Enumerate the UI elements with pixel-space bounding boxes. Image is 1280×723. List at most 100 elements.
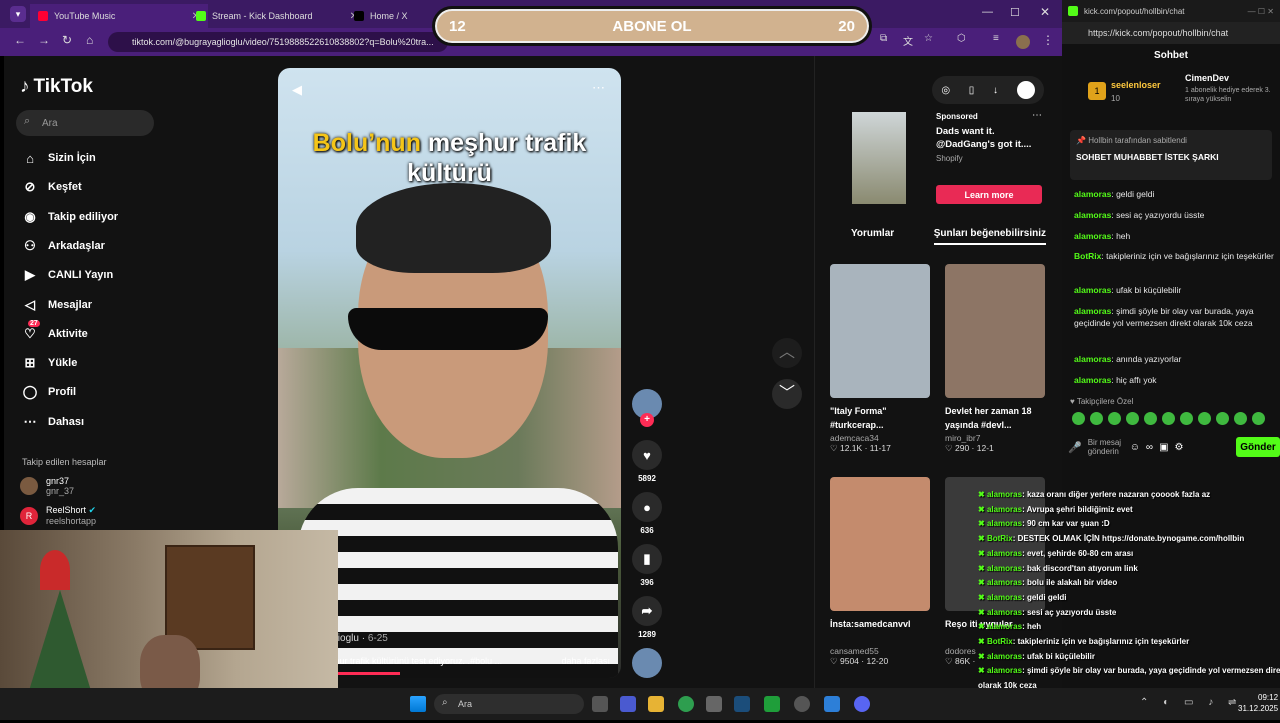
following-account-gnr37[interactable]: gnr37 gnr_37 [20,476,74,496]
obs-icon[interactable] [794,696,810,712]
learn-more-button[interactable]: Learn more [936,185,1042,204]
nav-item-following[interactable]: ◉ Takip ediliyor [22,204,118,230]
profile-avatar-icon[interactable] [1016,81,1035,99]
video-progress-bar[interactable] [330,672,400,675]
xbox-icon[interactable] [764,696,780,712]
browser-tab[interactable]: YouTube Music✕ [30,4,208,28]
comment-action[interactable]: ● 636 [632,492,662,535]
maximize-button[interactable]: ☐ [1010,6,1020,19]
steam-icon[interactable] [734,696,750,712]
chat-username[interactable]: alamoras [1074,306,1111,316]
download-icon[interactable]: ↓ [993,85,998,96]
home-icon[interactable]: ⌂ [86,33,93,47]
mic-icon[interactable]: 🎤 [1068,441,1082,454]
back-icon[interactable]: ← [14,33,26,47]
video-caption[interactable]: Devlet her zaman 18 yaşında #devl... [945,404,1045,433]
ad-image[interactable] [852,112,906,204]
chat-username[interactable]: alamoras [1074,189,1111,199]
chat-message[interactable]: alamoras: şimdi şöyle bir olay var burad… [1074,305,1274,329]
chat-username[interactable]: alamoras [1074,354,1111,364]
nav-item-profile[interactable]: ◯ Profil [22,379,76,405]
nav-item-live[interactable]: ▶ CANLI Yayın [22,262,113,288]
teams-icon[interactable] [620,696,636,712]
forward-icon[interactable]: → [38,33,50,47]
kick-url-bar[interactable]: https://kick.com/popout/hollbin/chat [1062,22,1280,44]
suggested-video[interactable]: Devlet her zaman 18 yaşında #devl... miro… [945,264,1045,454]
settings-gear-icon[interactable]: ⚙ [1175,442,1184,453]
chat-message[interactable]: BotRix: takipleriniz için ve bağışlarını… [1074,250,1274,262]
chat-username[interactable]: BotRix [1074,251,1101,261]
taskbar-clock[interactable]: 09:12 31.12.2025 [1238,692,1278,714]
browser-menu-icon[interactable]: ⋮ [1042,33,1054,47]
discord-icon[interactable] [854,696,870,712]
tab-comments[interactable]: Yorumlar [830,228,894,245]
tiktok-logo[interactable]: ♪ TikTok [20,76,93,98]
translate-icon[interactable]: 文 [903,33,913,48]
creator-avatar-action[interactable]: + [632,389,662,427]
chat-message[interactable]: alamoras: anında yazıyorlar [1074,353,1274,365]
nav-item-upload[interactable]: ⊞ Yükle [22,350,78,376]
gifter-name[interactable]: CimenDev [1185,73,1229,83]
chat-message[interactable]: alamoras: ufak bi küçülebilir [1074,284,1274,296]
system-tray-icons[interactable]: ⌃ ◐ ▭ ♪ ⇌ [1140,697,1242,708]
ad-more-icon[interactable]: ⋯ [1032,110,1042,121]
video-user[interactable]: miro_ibr7 [945,433,1045,443]
chat-username[interactable]: alamoras [1074,231,1111,241]
video-thumbnail[interactable] [945,264,1045,398]
search-input[interactable]: ⌕ Ara [16,110,154,136]
suggested-video[interactable]: "Italy Forma" #turkcerap... ademcaca34 ♡ 1… [830,264,930,454]
share-icon[interactable]: ➦ [632,596,662,626]
next-video-button[interactable]: ﹀ [772,379,802,409]
url-input[interactable]: tiktok.com/@bugrayaglioglu/video/7519888… [108,32,448,52]
install-icon[interactable]: ⧉ [880,33,887,44]
comment-icon[interactable]: ● [632,492,662,522]
chat-message[interactable]: alamoras: heh [1074,230,1274,242]
like-action[interactable]: ♥ 5892 [632,440,662,483]
emote-row[interactable] [1072,412,1272,425]
extensions-icon[interactable]: ⬡ [957,33,966,44]
share-action[interactable]: ➦ 1289 [632,596,662,639]
chrome-icon[interactable] [678,696,694,712]
video-user[interactable]: ademcaca34 [830,433,930,443]
more-link[interactable]: daha fazlası [561,656,610,666]
volume-icon[interactable]: ◀ [292,82,302,98]
profile-avatar-icon[interactable] [1016,35,1030,49]
video-more-icon[interactable]: ⋯ [592,80,605,96]
follow-plus-icon[interactable]: + [640,413,654,427]
video-thumbnail[interactable] [830,477,930,611]
tab-you-may-like[interactable]: Şunları beğenebilirsiniz [933,228,1046,245]
store-icon[interactable]: ▣ [1159,442,1168,453]
video-thumbnail[interactable] [830,264,930,398]
file-explorer-icon[interactable] [648,696,664,712]
kick-window-controls[interactable]: — ☐ ✕ [1248,7,1280,16]
minimize-button[interactable]: — [982,6,993,18]
emoji-icon[interactable]: ☺ [1130,442,1140,453]
chat-username[interactable]: alamoras [1074,285,1111,295]
nav-item-messages[interactable]: ◁ Mesajlar [22,292,92,318]
device-icon[interactable]: ▯ [969,85,975,96]
app-icon[interactable] [824,696,840,712]
chat-username[interactable]: alamoras [1074,375,1111,385]
pinned-message[interactable]: 📌 Hollbin tarafından sabitlendi SOHBET M… [1070,130,1272,180]
chat-message[interactable]: alamoras: geldi geldi [1074,188,1274,200]
video-caption[interactable]: "Italy Forma" #turkcerap... [830,404,930,433]
media-icon[interactable]: ≡ [993,33,999,44]
video-author-line[interactable]: glioglu · 6-25 [330,633,388,644]
heart-icon[interactable]: ♥ [632,440,662,470]
nav-item-activity[interactable]: ♡ 27 Aktivite [22,319,88,347]
bookmark-star-icon[interactable]: ☆ [924,33,933,44]
chat-message[interactable]: alamoras: hiç affı yok [1074,374,1274,386]
browser-tab[interactable]: Stream - Kick Dashboard✕ [188,4,366,28]
previous-video-button[interactable]: ︿ [772,338,802,368]
coin-icon[interactable]: ◎ [941,85,950,96]
tab-search-button[interactable]: ▾ [10,6,26,22]
task-view-icon[interactable] [592,696,608,712]
music-disc[interactable] [632,648,662,682]
chat-username[interactable]: alamoras [1074,210,1111,220]
windows-start-icon[interactable] [410,696,426,712]
bookmark-icon[interactable]: ▮ [632,544,662,574]
video-caption[interactable]: İnsta:samedcanvvl [830,617,930,646]
app-icon[interactable] [706,696,722,712]
top-gifter-name[interactable]: seelenloser [1111,80,1161,90]
nav-item-compass[interactable]: ⊘ Keşfet [22,174,82,200]
